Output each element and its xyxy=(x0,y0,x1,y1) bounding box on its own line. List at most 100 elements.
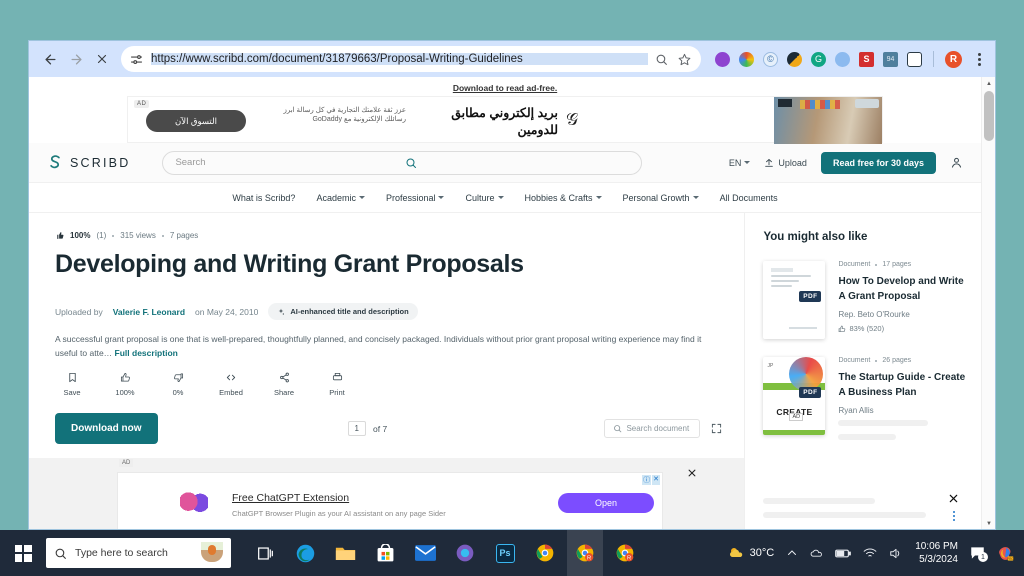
extension-s-red-icon[interactable]: S xyxy=(859,51,874,67)
list-item[interactable]: JP CREATE AD PDF Document 26 pages The S… xyxy=(763,357,967,480)
ad-title[interactable]: Free ChatGPT Extension xyxy=(232,492,349,504)
extension-grammarly-icon[interactable]: G xyxy=(811,51,826,67)
extension-colorwheel-icon[interactable] xyxy=(739,51,754,67)
close-icon[interactable] xyxy=(948,493,959,504)
ad-cta-button[interactable]: التسوق الآن xyxy=(146,110,246,132)
address-bar[interactable]: https://www.scribd.com/document/31879663… xyxy=(121,46,701,72)
scrollbar-thumb[interactable] xyxy=(984,91,994,141)
uploaded-prefix: Uploaded by xyxy=(55,306,103,317)
extension-grammarly-dark-icon[interactable] xyxy=(787,51,802,67)
forward-button[interactable] xyxy=(63,46,89,72)
windows-start-icon[interactable] xyxy=(0,530,46,576)
weather-widget[interactable]: 30°C xyxy=(728,546,774,560)
search-icon[interactable] xyxy=(405,157,629,169)
back-button[interactable] xyxy=(37,46,63,72)
nav-item-all-documents[interactable]: All Documents xyxy=(720,193,778,203)
nav-item-what-is-scribd[interactable]: What is Scribd? xyxy=(232,193,295,203)
upvote-action[interactable]: 100% xyxy=(108,372,142,397)
ad-open-button[interactable]: Open xyxy=(558,493,654,514)
scribd-search-input[interactable]: Search xyxy=(162,150,643,175)
upload-label: Upload xyxy=(778,157,807,168)
ai-badge-label: AI-enhanced title and description xyxy=(290,307,409,316)
scroll-down-arrow[interactable]: ▼ xyxy=(982,517,995,529)
chrome-r-icon-active[interactable]: R xyxy=(567,530,603,576)
nav-item-personal-growth[interactable]: Personal Growth xyxy=(623,193,699,203)
uploader-link[interactable]: Valerie F. Leonard xyxy=(113,307,185,317)
share-action[interactable]: Share xyxy=(267,372,301,397)
volume-icon[interactable] xyxy=(889,547,903,560)
scribd-logo[interactable]: SCRIBD xyxy=(47,154,130,171)
rating-percent: 100% xyxy=(70,231,91,240)
top-ad-region: Download to read ad-free. AD التسوق الآن… xyxy=(29,77,981,144)
ad-choices-controls[interactable]: ⓘ ✕ xyxy=(642,475,660,486)
top-ad-banner[interactable]: AD التسوق الآن عزز ثقة علامتك التجارية ف… xyxy=(127,96,883,144)
list-item[interactable]: PDF Document 17 pages How To Develop and… xyxy=(763,261,967,339)
extension-calendar-icon[interactable]: 94 xyxy=(883,51,898,67)
item-title[interactable]: How To Develop and Write A Grant Proposa… xyxy=(838,274,967,304)
search-input[interactable]: Type here to search xyxy=(46,538,231,568)
url-text[interactable]: https://www.scribd.com/document/31879663… xyxy=(151,53,648,65)
nav-item-professional[interactable]: Professional xyxy=(386,193,445,203)
extension-purple-icon[interactable] xyxy=(715,51,730,67)
battery-icon[interactable] xyxy=(835,548,852,559)
document-search-input[interactable]: Search document xyxy=(604,419,701,439)
extension-clipboard-icon[interactable] xyxy=(907,51,922,67)
current-page-input[interactable]: 1 xyxy=(347,421,366,437)
full-description-link[interactable]: Full description xyxy=(115,348,178,358)
document-thumbnail[interactable]: PDF xyxy=(763,261,826,339)
chrome-r-icon[interactable]: R xyxy=(607,530,643,576)
profile-avatar[interactable]: R xyxy=(945,50,962,68)
account-icon[interactable] xyxy=(950,156,963,169)
nav-item-culture[interactable]: Culture xyxy=(465,193,504,203)
onedrive-icon[interactable] xyxy=(810,547,823,560)
download-now-button[interactable]: Download now xyxy=(55,413,158,445)
scribd-header-right: EN Upload Read free for 30 days xyxy=(729,151,963,174)
read-free-button[interactable]: Read free for 30 days xyxy=(820,151,936,174)
microsoft-store-icon[interactable] xyxy=(367,530,403,576)
task-view-icon[interactable] xyxy=(247,530,283,576)
scroll-up-arrow[interactable]: ▲ xyxy=(982,77,995,90)
chrome-menu-icon[interactable] xyxy=(971,52,987,66)
chrome-icon[interactable] xyxy=(527,530,563,576)
copilot-icon[interactable]: PRO xyxy=(997,545,1014,562)
star-icon[interactable] xyxy=(678,53,691,66)
stop-loading-button[interactable] xyxy=(89,46,115,72)
more-vertical-icon[interactable] xyxy=(953,511,955,521)
upload-button[interactable]: Upload xyxy=(764,158,807,168)
embed-action[interactable]: Embed xyxy=(214,372,248,397)
close-icon[interactable] xyxy=(687,468,697,478)
download-ad-free-link[interactable]: Download to read ad-free. xyxy=(29,83,981,93)
chevron-down-icon xyxy=(744,161,751,164)
photoshop-icon[interactable]: Ps xyxy=(487,530,523,576)
save-action[interactable]: Save xyxy=(55,372,89,397)
fullscreen-icon[interactable] xyxy=(711,423,722,434)
nav-label: What is Scribd? xyxy=(232,192,296,203)
file-explorer-icon[interactable] xyxy=(327,530,363,576)
item-title[interactable]: The Startup Guide - Create A Business Pl… xyxy=(838,370,967,400)
nav-item-academic[interactable]: Academic xyxy=(316,193,365,203)
edge-icon[interactable] xyxy=(287,530,323,576)
ai-enhanced-badge[interactable]: AI-enhanced title and description xyxy=(268,303,418,320)
site-settings-icon[interactable] xyxy=(129,52,144,67)
chevron-up-icon[interactable] xyxy=(786,547,798,559)
nav-item-hobbies-crafts[interactable]: Hobbies & Crafts xyxy=(525,193,602,203)
extension-globe-icon[interactable] xyxy=(835,51,850,67)
page-navigator: 1 of 7 xyxy=(347,421,387,437)
search-icon[interactable] xyxy=(655,53,668,66)
chatgpt-extension-ad[interactable]: ⓘ ✕ Free ChatGPT Extension ChatGPT Browse… xyxy=(117,472,663,529)
notification-icon[interactable]: 1 xyxy=(970,546,988,562)
page-viewport: Download to read ad-free. AD التسوق الآن… xyxy=(29,77,995,529)
mail-icon[interactable] xyxy=(407,530,443,576)
language-selector[interactable]: EN xyxy=(729,158,751,168)
clock[interactable]: 10:06 PM 5/3/2024 xyxy=(915,540,958,566)
extension-copyright-icon[interactable]: © xyxy=(763,51,778,67)
print-label: Print xyxy=(329,388,345,398)
office-icon[interactable] xyxy=(447,530,483,576)
print-action[interactable]: Print xyxy=(320,372,354,397)
vertical-scrollbar[interactable]: ▲ ▼ xyxy=(981,77,995,529)
downvote-action[interactable]: 0% xyxy=(161,372,195,397)
chevron-down-icon xyxy=(497,196,504,199)
separator-dot xyxy=(161,234,164,237)
startup-guide-thumbnail[interactable]: JP CREATE AD PDF xyxy=(763,357,826,435)
wifi-icon[interactable] xyxy=(863,547,877,559)
